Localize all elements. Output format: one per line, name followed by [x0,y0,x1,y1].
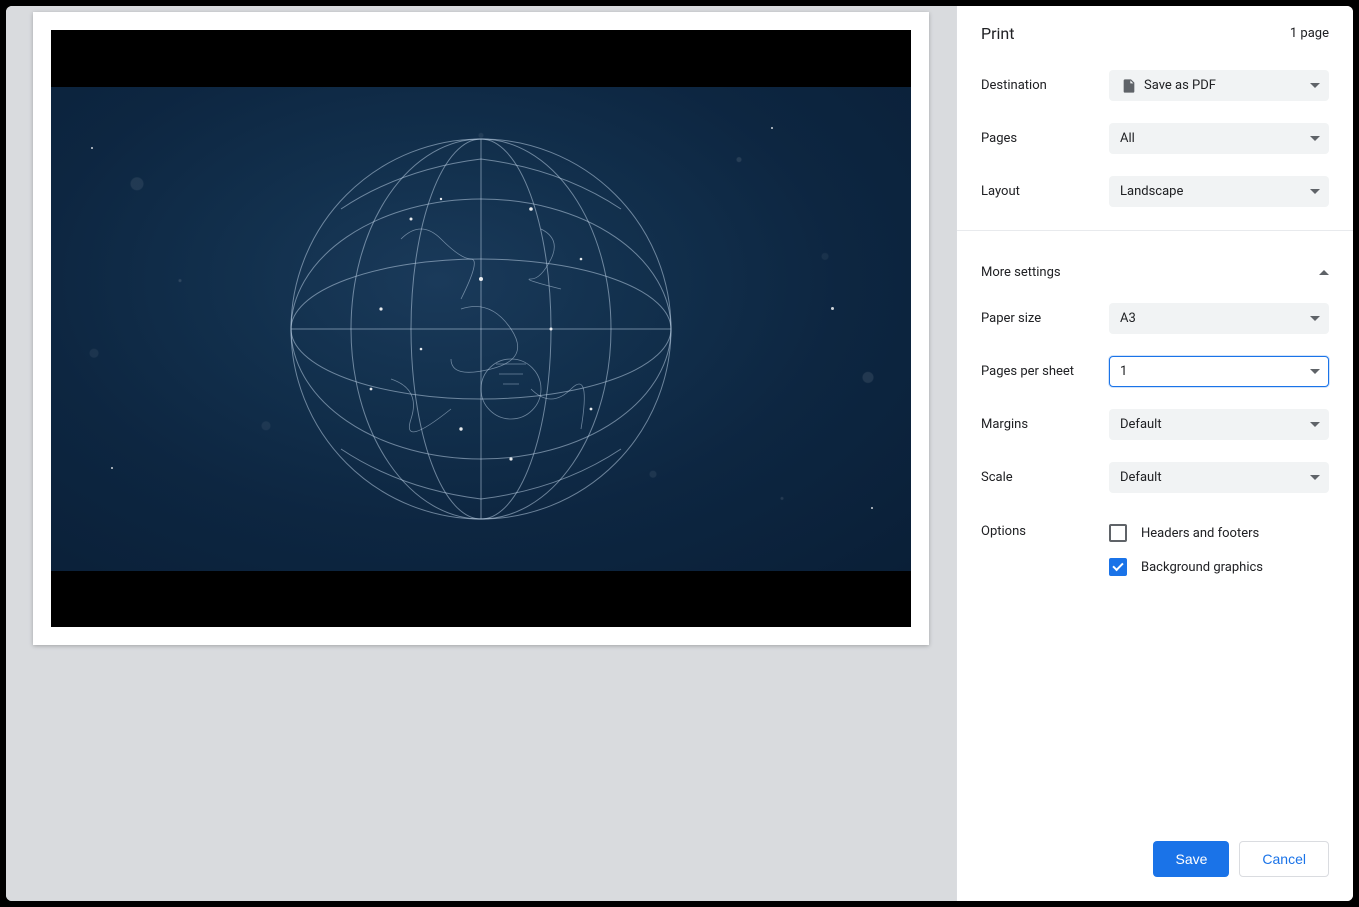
pages-select[interactable]: All [1109,123,1329,154]
more-settings-toggle[interactable]: More settings [957,243,1353,292]
scale-label: Scale [981,470,1097,485]
checkbox-unchecked-icon [1109,524,1127,542]
pages-per-sheet-select[interactable]: 1 [1109,356,1329,387]
panel-title: Print [981,24,1014,43]
options-label: Options [981,516,1097,539]
chevron-down-icon [1310,422,1320,427]
layout-value: Landscape [1120,184,1183,199]
checkbox-checked-icon [1109,558,1127,576]
preview-page [33,12,929,645]
margins-label: Margins [981,417,1097,432]
headers-footers-checkbox[interactable]: Headers and footers [1109,516,1329,550]
cancel-button[interactable]: Cancel [1239,841,1329,877]
chevron-down-icon [1310,369,1320,374]
pages-per-sheet-label: Pages per sheet [981,364,1097,379]
chevron-down-icon [1310,83,1320,88]
pdf-icon [1120,77,1138,95]
layout-select[interactable]: Landscape [1109,176,1329,207]
chevron-down-icon [1310,136,1320,141]
pages-per-sheet-value: 1 [1120,364,1127,379]
chevron-down-icon [1310,316,1320,321]
print-settings-panel: Print 1 page Destination Save as PDF Pag… [956,6,1353,901]
pages-value: All [1120,131,1135,146]
save-button[interactable]: Save [1153,841,1229,877]
destination-value: Save as PDF [1144,78,1216,93]
headers-footers-label: Headers and footers [1141,526,1259,541]
scale-select[interactable]: Default [1109,462,1329,493]
more-settings-label: More settings [981,265,1061,280]
paper-size-value: A3 [1120,311,1136,326]
destination-select[interactable]: Save as PDF [1109,70,1329,101]
scale-value: Default [1120,470,1162,485]
divider [957,230,1353,231]
margins-select[interactable]: Default [1109,409,1329,440]
print-dialog: Print 1 page Destination Save as PDF Pag… [6,6,1353,901]
margins-value: Default [1120,417,1162,432]
background-graphics-label: Background graphics [1141,560,1263,575]
chevron-down-icon [1310,475,1320,480]
print-preview-pane [6,6,956,901]
paper-size-label: Paper size [981,311,1097,326]
paper-size-select[interactable]: A3 [1109,303,1329,334]
chevron-down-icon [1310,189,1320,194]
destination-label: Destination [981,78,1097,93]
chevron-up-icon [1319,270,1329,275]
pages-label: Pages [981,131,1097,146]
preview-content-wrapper [51,30,911,627]
preview-image [51,87,911,571]
layout-label: Layout [981,184,1097,199]
page-count: 1 page [1290,26,1329,41]
background-graphics-checkbox[interactable]: Background graphics [1109,550,1329,584]
